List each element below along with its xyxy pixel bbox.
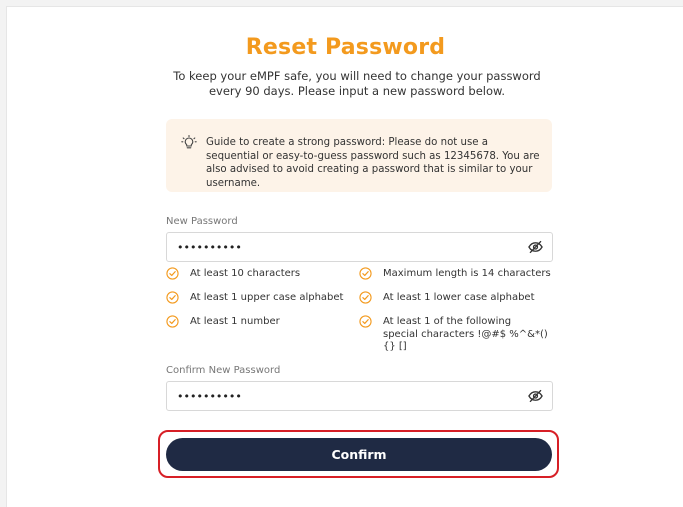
eye-slash-icon[interactable]: [528, 240, 543, 254]
confirm-password-input[interactable]: [177, 382, 507, 410]
rule-text: At least 1 of the following special char…: [383, 316, 548, 352]
rule-text: At least 10 characters: [190, 268, 301, 279]
reset-password-card: Reset Password To keep your eMPF safe, y…: [6, 6, 683, 507]
new-password-input[interactable]: [177, 233, 507, 261]
lightbulb-icon: [181, 135, 197, 149]
check-circle-icon: [359, 267, 372, 280]
new-password-label: New Password: [166, 216, 238, 227]
check-circle-icon: [166, 291, 179, 304]
rule-text: Maximum length is 14 characters: [383, 268, 551, 279]
page-subtitle: To keep your eMPF safe, you will need to…: [173, 69, 541, 98]
new-password-field[interactable]: [166, 232, 553, 262]
confirm-button[interactable]: Confirm: [166, 438, 552, 471]
guide-text: Guide to create a strong password: Pleas…: [206, 137, 540, 189]
check-circle-icon: [359, 291, 372, 304]
password-guide-box: Guide to create a strong password: Pleas…: [166, 119, 552, 192]
check-circle-icon: [166, 315, 179, 328]
rule-text: At least 1 number: [190, 316, 280, 327]
confirm-password-field[interactable]: [166, 381, 553, 411]
page-title: Reset Password: [245, 35, 446, 60]
rule-text: At least 1 upper case alphabet: [190, 292, 344, 303]
check-circle-icon: [359, 315, 372, 328]
check-circle-icon: [166, 267, 179, 280]
confirm-password-label: Confirm New Password: [166, 365, 281, 376]
eye-slash-icon[interactable]: [528, 389, 543, 403]
rule-text: At least 1 lower case alphabet: [383, 292, 535, 303]
